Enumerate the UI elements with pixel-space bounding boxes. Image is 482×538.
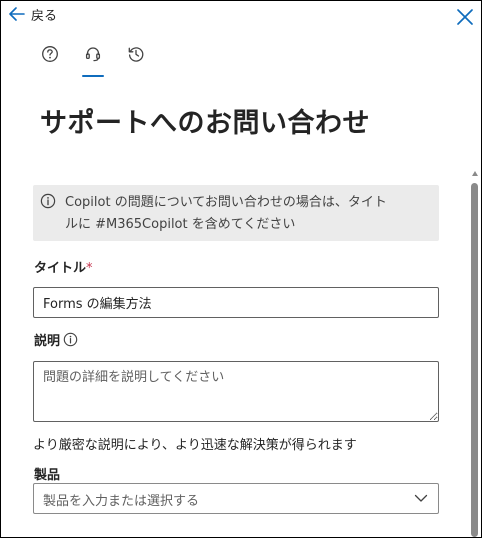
support-panel: 戻る サポートへのお問い合わせ Copilot の問題についてお問い合わせの場合…: [0, 0, 482, 538]
close-button[interactable]: [455, 7, 475, 27]
scroll-up-arrow[interactable]: [472, 171, 478, 176]
info-message: Copilot の問題についてお問い合わせの場合は、タイト ルに #M365Co…: [33, 185, 439, 241]
description-textarea[interactable]: [33, 361, 439, 422]
info-text-line2: ルに #M365Copilot を含めてください: [65, 217, 296, 232]
info-icon[interactable]: [63, 332, 78, 347]
info-text-line1: Copilot の問題についてお問い合わせの場合は、タイト: [65, 195, 387, 210]
title-label-text: タイトル: [34, 261, 87, 276]
description-field-label: 説明: [34, 330, 78, 349]
description-helper-text: より厳密な説明により、より迅速な解決策が得られます: [33, 438, 357, 453]
close-icon: [457, 9, 473, 25]
back-button[interactable]: 戻る: [9, 3, 57, 25]
history-icon: [128, 47, 144, 62]
product-field-label: 製品: [34, 468, 61, 483]
info-icon: [40, 193, 56, 209]
tab-support[interactable]: [82, 45, 104, 77]
tab-bar: [39, 45, 147, 81]
tab-help[interactable]: [39, 45, 61, 77]
scrollbar[interactable]: [470, 171, 480, 537]
chevron-down-icon: [414, 494, 428, 502]
back-label: 戻る: [31, 8, 58, 24]
title-input[interactable]: [33, 287, 439, 318]
product-placeholder: 製品を入力または選択する: [43, 494, 200, 509]
scrollbar-thumb[interactable]: [471, 183, 478, 537]
info-text: Copilot の問題についてお問い合わせの場合は、タイト ルに #M365Co…: [65, 192, 425, 236]
headset-icon: [85, 47, 101, 62]
page-title: サポートへのお問い合わせ: [40, 108, 370, 139]
question-circle-icon: [42, 46, 58, 62]
product-combobox[interactable]: 製品を入力または選択する: [33, 483, 439, 514]
arrow-left-icon: [9, 7, 25, 21]
required-marker: *: [86, 261, 93, 276]
tab-history[interactable]: [125, 45, 147, 77]
title-field-label: タイトル*: [34, 257, 93, 276]
description-label-text: 説明: [34, 334, 61, 349]
